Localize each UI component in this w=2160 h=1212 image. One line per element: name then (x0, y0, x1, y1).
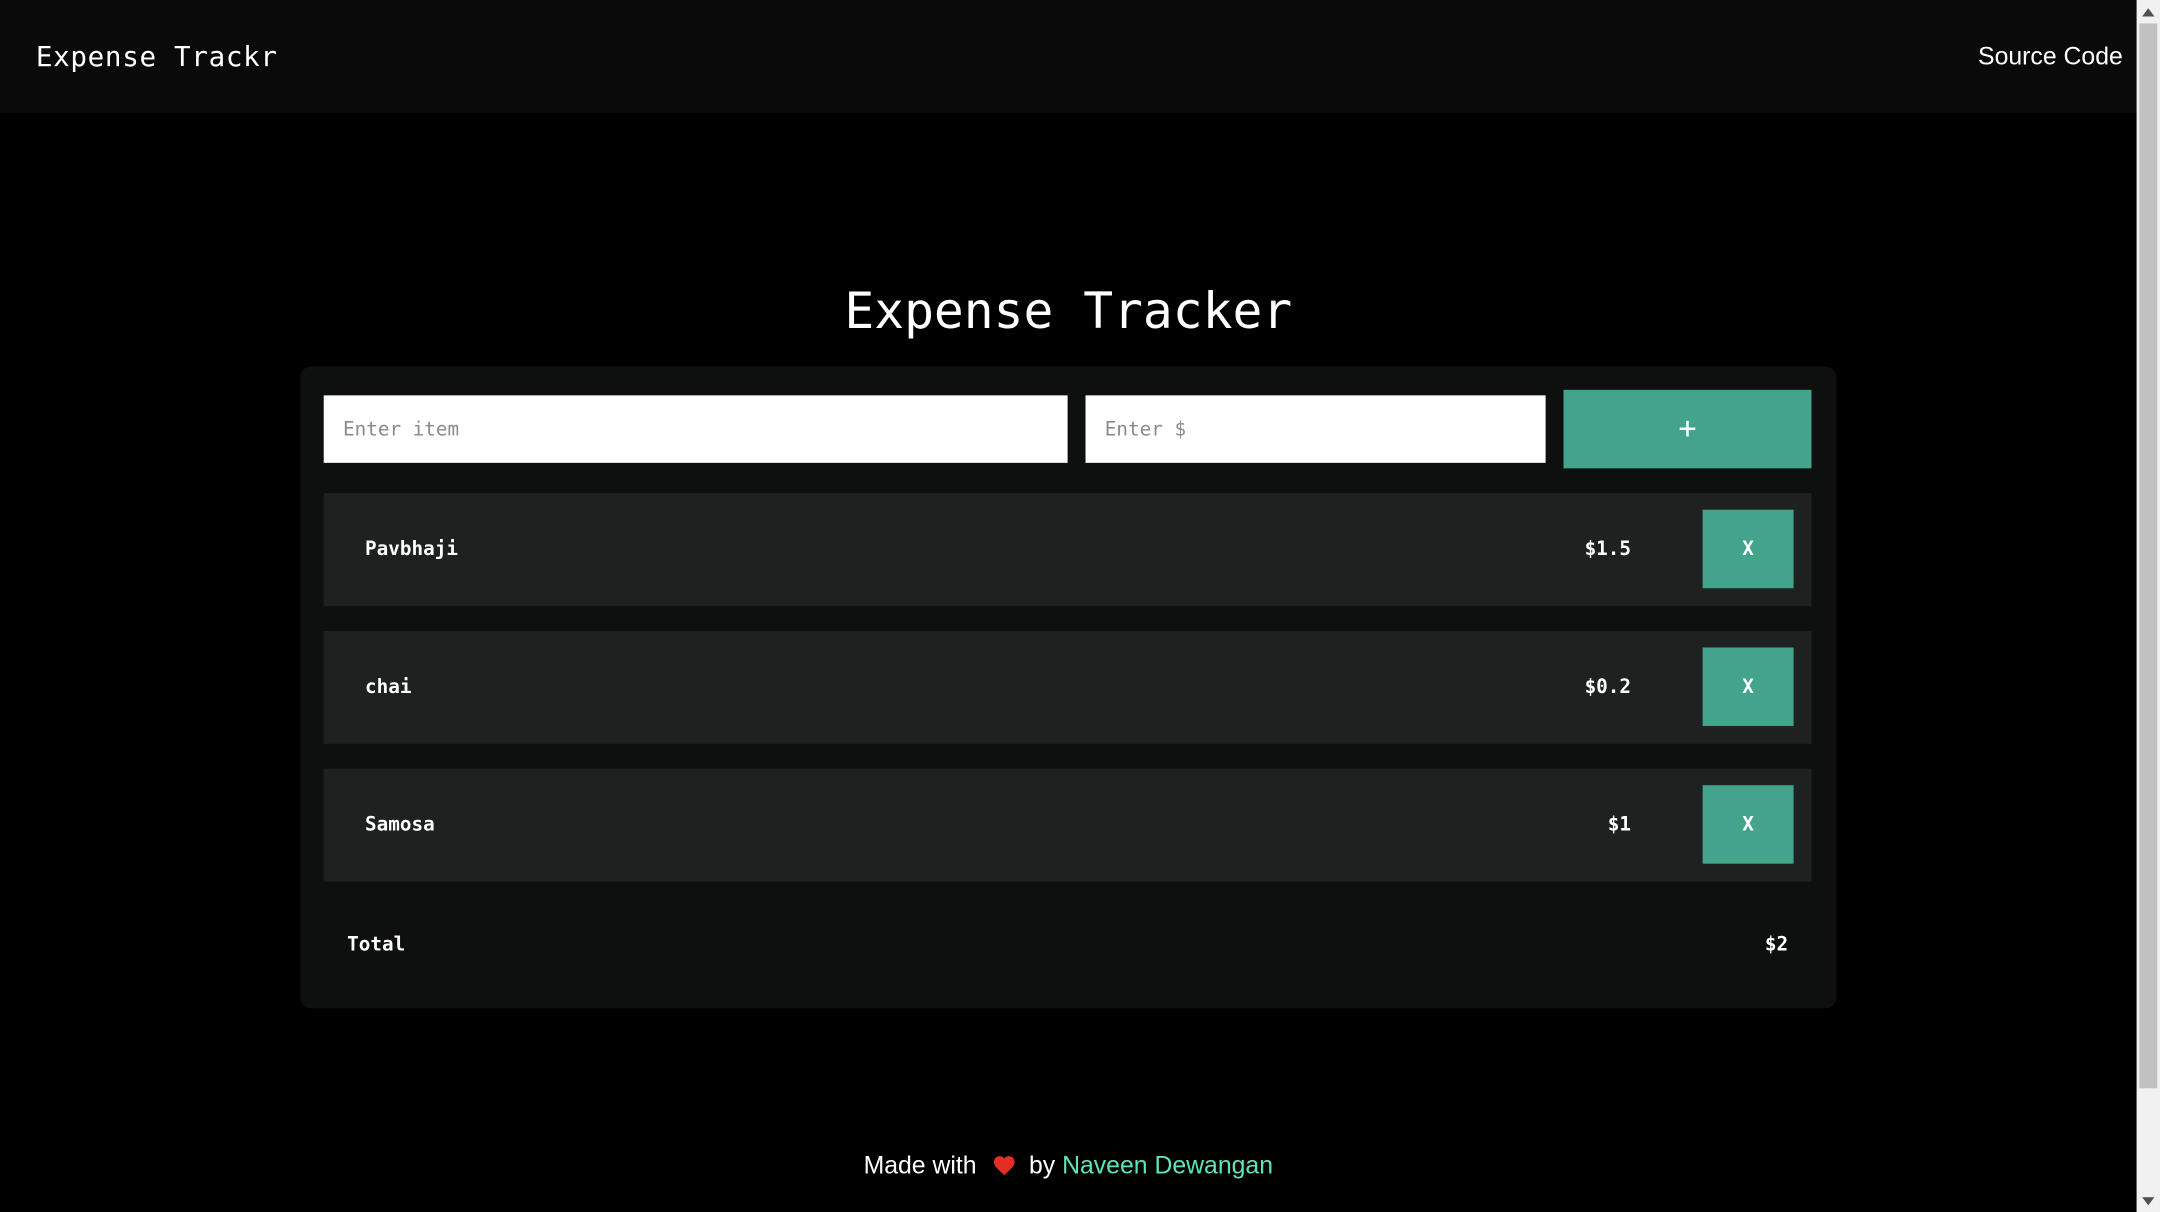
brand-logo[interactable]: Expense Trackr (36, 39, 278, 75)
expense-amount: $1.5 (1584, 538, 1632, 561)
total-value: $2 (1764, 933, 1789, 957)
footer-made-with: Made with (863, 1151, 977, 1180)
expense-name: chai (365, 676, 412, 699)
app-viewport: Expense Trackr Source Code Expense Track… (0, 0, 2160, 1212)
source-code-link[interactable]: Source Code (1978, 40, 2123, 73)
delete-expense-button[interactable]: X (1702, 647, 1794, 726)
expense-amount: $1 (1607, 814, 1632, 837)
expense-row: Pavbhaji $1.5 X (323, 493, 1812, 607)
delete-expense-button[interactable]: X (1702, 785, 1794, 864)
expense-name: Samosa (365, 814, 435, 837)
item-input[interactable] (323, 395, 1068, 463)
expense-row: Samosa $1 X (323, 768, 1812, 882)
vertical-scrollbar[interactable] (2136, 0, 2160, 1212)
amount-input[interactable] (1085, 395, 1546, 463)
author-link[interactable]: Naveen Dewangan (1062, 1152, 1273, 1180)
page-title: Expense Tracker (844, 283, 1293, 341)
scroll-down-arrow-icon[interactable] (2137, 1189, 2160, 1212)
expense-card: + Pavbhaji $1.5 X chai $0.2 X Samosa $1 … (300, 366, 1837, 1009)
scroll-up-arrow-icon[interactable] (2137, 0, 2160, 23)
add-expense-button[interactable]: + (1563, 389, 1812, 469)
delete-expense-button[interactable]: X (1702, 509, 1794, 589)
total-label: Total (347, 933, 406, 957)
footer: Made with by Naveen Dewangan (0, 1149, 2137, 1182)
expense-row: chai $0.2 X (323, 630, 1812, 744)
heart-icon (992, 1153, 1017, 1178)
top-navbar: Expense Trackr Source Code (0, 0, 2137, 113)
scrollbar-thumb[interactable] (2139, 23, 2158, 1089)
expense-amount: $0.2 (1584, 676, 1632, 699)
footer-by: by (1028, 1151, 1056, 1180)
expense-name: Pavbhaji (365, 538, 458, 561)
